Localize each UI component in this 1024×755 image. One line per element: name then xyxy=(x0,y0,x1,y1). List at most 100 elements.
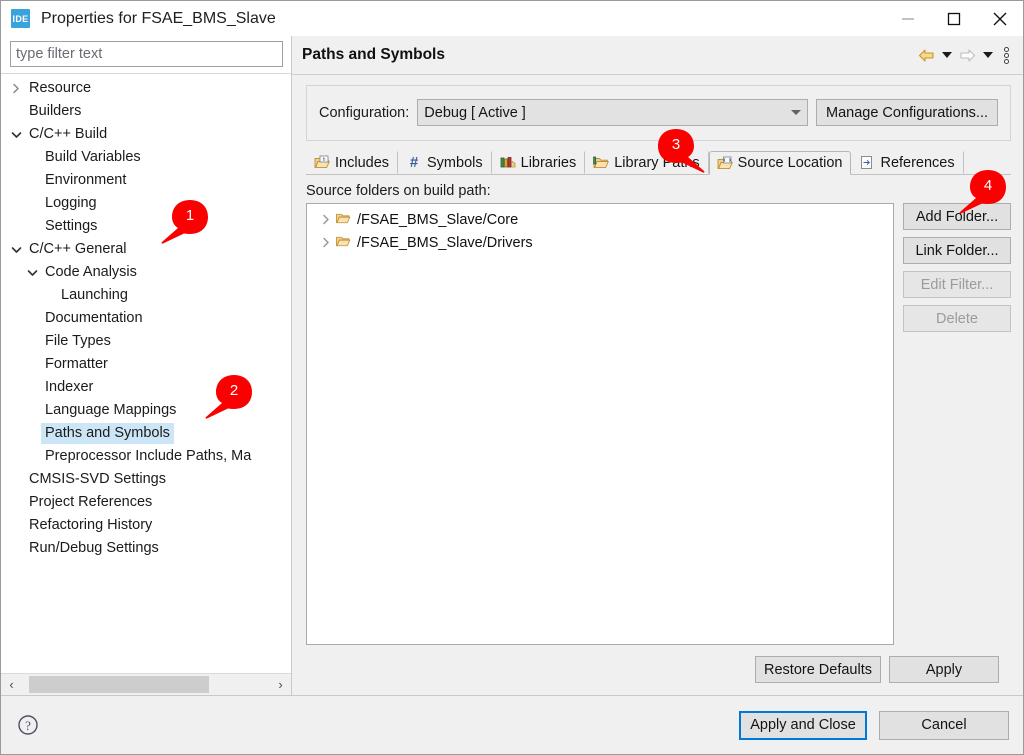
sidebar-item-label: Paths and Symbols xyxy=(41,423,174,444)
sidebar-item-build-variables[interactable]: Build Variables xyxy=(1,146,291,169)
source-folders-caption: Source folders on build path: xyxy=(306,183,491,199)
cancel-button[interactable]: Cancel xyxy=(879,710,1009,740)
tab-label: Includes xyxy=(335,154,390,171)
close-button[interactable] xyxy=(977,1,1023,36)
sidebar-item-logging[interactable]: Logging xyxy=(1,192,291,215)
sidebar-item-label: CMSIS-SVD Settings xyxy=(29,471,166,487)
chevron-right-icon[interactable] xyxy=(317,214,335,225)
configuration-select[interactable]: Debug [ Active ] xyxy=(417,99,808,126)
chevron-right-icon[interactable] xyxy=(317,237,335,248)
help-icon[interactable]: ? xyxy=(17,714,39,736)
source-folder-actions: Add Folder... Link Folder... Edit Filter..… xyxy=(903,183,1011,645)
footer-buttons: Apply and Close Cancel xyxy=(739,710,1009,740)
sidebar-item-file-types[interactable]: File Types xyxy=(1,330,291,353)
tab-bar: h Includes # Symbols Libraries Library Paths S… xyxy=(306,150,1011,175)
settings-tree: Resource Builders C/C++ Build Build Variabl… xyxy=(1,74,291,560)
source-folder-path: /FSAE_BMS_Slave/Core xyxy=(357,211,519,228)
configuration-group: Configuration: Debug [ Active ] Manage C… xyxy=(306,85,1011,141)
sidebar-item-label: Formatter xyxy=(45,356,108,372)
view-menu-icon[interactable] xyxy=(997,43,1015,67)
add-folder-button[interactable]: Add Folder... xyxy=(903,203,1011,230)
sidebar-item-formatter[interactable]: Formatter xyxy=(1,353,291,376)
sidebar-item-paths-and-symbols[interactable]: Paths and Symbols xyxy=(1,422,291,445)
tab-source-location[interactable]: Source Location xyxy=(708,151,852,175)
manage-configurations-button[interactable]: Manage Configurations... xyxy=(815,99,998,126)
delete-button: Delete xyxy=(903,305,1011,332)
maximize-button[interactable] xyxy=(931,1,977,36)
forward-history-chevron-down-icon[interactable] xyxy=(980,43,995,67)
sidebar-item-code-analysis[interactable]: Code Analysis xyxy=(1,261,291,284)
sidebar-item-label: Documentation xyxy=(45,310,143,326)
filter-text-input[interactable] xyxy=(10,41,283,67)
chevron-down-icon[interactable] xyxy=(7,245,25,255)
dialog-body: Resource Builders C/C++ Build Build Variabl… xyxy=(1,36,1023,695)
scroll-right-arrow-icon[interactable]: › xyxy=(270,674,291,695)
back-arrow-icon[interactable] xyxy=(915,43,937,67)
tab-label: Libraries xyxy=(520,154,577,171)
sidebar-item-preprocessor-include-paths-ma[interactable]: Preprocessor Include Paths, Ma xyxy=(1,445,291,468)
sidebar-item-c-c-build[interactable]: C/C++ Build xyxy=(1,123,291,146)
references-icon xyxy=(859,155,875,170)
sidebar-item-c-c-general[interactable]: C/C++ General xyxy=(1,238,291,261)
source-folder-row[interactable]: /FSAE_BMS_Slave/Core xyxy=(307,208,893,231)
title-bar: IDE Properties for FSAE_BMS_Slave xyxy=(1,1,1023,36)
sidebar-item-run-debug-settings[interactable]: Run/Debug Settings xyxy=(1,537,291,560)
sidebar-item-language-mappings[interactable]: Language Mappings xyxy=(1,399,291,422)
back-history-chevron-down-icon[interactable] xyxy=(939,43,954,67)
sidebar-item-label: Builders xyxy=(29,103,82,119)
tab-libraries[interactable]: Libraries xyxy=(492,151,586,174)
sidebar-item-documentation[interactable]: Documentation xyxy=(1,307,291,330)
tab-label: Library Paths xyxy=(614,154,700,171)
tab-library-paths[interactable]: Library Paths xyxy=(585,151,709,174)
sidebar-item-label: Environment xyxy=(45,172,127,188)
source-folder-row[interactable]: /FSAE_BMS_Slave/Drivers xyxy=(307,231,893,254)
libraries-icon xyxy=(500,155,516,170)
sidebar-item-project-references[interactable]: Project References xyxy=(1,491,291,514)
sidebar-item-resource[interactable]: Resource xyxy=(1,77,291,100)
filter-container xyxy=(1,36,291,73)
tab-symbols[interactable]: # Symbols xyxy=(398,151,492,174)
folder-icon xyxy=(335,211,351,229)
chevron-right-icon[interactable] xyxy=(7,83,25,94)
forward-arrow-icon[interactable] xyxy=(956,43,978,67)
tab-references[interactable]: References xyxy=(851,151,964,174)
sidebar-item-environment[interactable]: Environment xyxy=(1,169,291,192)
sidebar-item-refactoring-history[interactable]: Refactoring History xyxy=(1,514,291,537)
link-folder-button[interactable]: Link Folder... xyxy=(903,237,1011,264)
tab-label: Symbols xyxy=(427,154,483,171)
window-controls xyxy=(885,1,1023,36)
sidebar-item-label: File Types xyxy=(45,333,111,349)
minimize-button[interactable] xyxy=(885,1,931,36)
settings-tree-scroll[interactable]: Resource Builders C/C++ Build Build Variabl… xyxy=(1,73,291,673)
restore-defaults-button[interactable]: Restore Defaults xyxy=(755,656,881,683)
sidebar-item-builders[interactable]: Builders xyxy=(1,100,291,123)
ide-app-icon: IDE xyxy=(11,9,30,28)
source-folders-column: Source folders on build path: /FSAE_BMS_… xyxy=(306,183,903,645)
sidebar-horizontal-scrollbar[interactable]: ‹ › xyxy=(1,673,291,695)
edit-filter-button: Edit Filter... xyxy=(903,271,1011,298)
tab-label: Source Location xyxy=(737,155,843,171)
sidebar-item-launching[interactable]: Launching xyxy=(1,284,291,307)
scroll-left-arrow-icon[interactable]: ‹ xyxy=(1,674,22,695)
library-paths-icon xyxy=(593,155,609,170)
scrollbar-track[interactable] xyxy=(22,674,270,695)
window-title: Properties for FSAE_BMS_Slave xyxy=(41,9,276,27)
scrollbar-thumb[interactable] xyxy=(29,676,209,693)
tab-includes[interactable]: h Includes xyxy=(306,151,399,174)
sidebar-item-label: Project References xyxy=(29,494,153,510)
source-folder-path: /FSAE_BMS_Slave/Drivers xyxy=(357,234,533,251)
sidebar-item-indexer[interactable]: Indexer xyxy=(1,376,291,399)
sidebar-item-label: C/C++ Build xyxy=(29,126,108,142)
properties-dialog: IDE Properties for FSAE_BMS_Slave Resour… xyxy=(0,0,1024,755)
sidebar-item-settings[interactable]: Settings xyxy=(1,215,291,238)
apply-button[interactable]: Apply xyxy=(889,656,999,683)
chevron-down-icon[interactable] xyxy=(23,268,41,278)
source-folders-list[interactable]: /FSAE_BMS_Slave/Core/FSAE_BMS_Slave/Driv… xyxy=(306,203,894,645)
settings-sidebar: Resource Builders C/C++ Build Build Variabl… xyxy=(1,36,291,695)
sidebar-item-cmsis-svd-settings[interactable]: CMSIS-SVD Settings xyxy=(1,468,291,491)
svg-text:h: h xyxy=(323,157,326,163)
apply-and-close-button[interactable]: Apply and Close xyxy=(739,710,867,740)
sidebar-item-label: Preprocessor Include Paths, Ma xyxy=(45,448,252,464)
sidebar-item-label: Language Mappings xyxy=(45,402,177,418)
chevron-down-icon[interactable] xyxy=(7,130,25,140)
